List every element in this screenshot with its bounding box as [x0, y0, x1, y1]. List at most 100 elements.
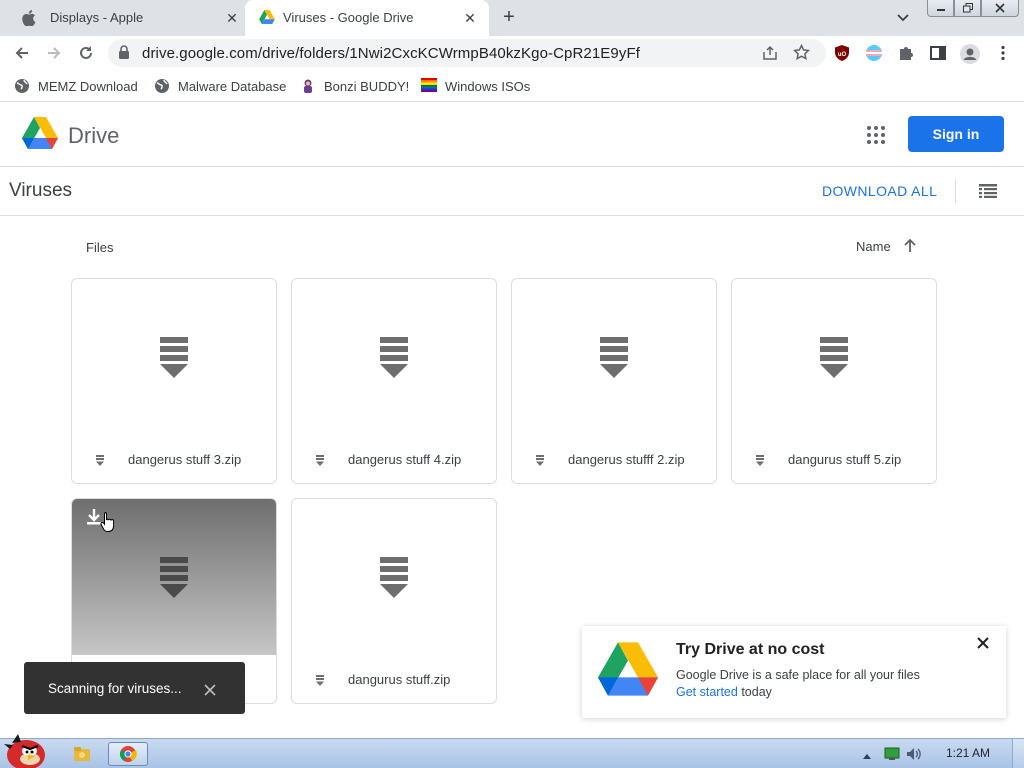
sort-by-name-button[interactable]: Name [856, 239, 891, 254]
profile-avatar-icon[interactable] [960, 44, 980, 64]
zip-file-small-icon [535, 454, 545, 466]
globe-icon [154, 78, 170, 94]
start-button-angry-bird-icon[interactable] [2, 731, 52, 768]
close-window-button[interactable] [981, 0, 1019, 17]
drive-header: Drive Sign in [0, 103, 1024, 167]
bookmark-label: Malware Database [178, 78, 287, 94]
bookmark-windows-isos[interactable]: Windows ISOs [421, 77, 530, 95]
reload-icon[interactable] [75, 42, 97, 64]
volume-speaker-icon[interactable] [906, 747, 921, 761]
snackbar-text: Scanning for viruses... [48, 681, 182, 696]
bookmark-label: MEMZ Download [38, 78, 138, 94]
zip-file-small-icon [315, 454, 325, 466]
bookmark-memz-download[interactable]: MEMZ Download [14, 77, 138, 95]
google-drive-icon [259, 10, 275, 26]
file-card[interactable]: dangurus stuff.zip [291, 498, 497, 704]
sort-arrow-up-icon[interactable] [902, 238, 918, 254]
file-card[interactable]: dangerus stufff 2.zip [511, 278, 717, 484]
browser-menu-icon[interactable] [994, 44, 1012, 62]
lock-icon[interactable] [118, 45, 130, 65]
sign-in-button[interactable]: Sign in [908, 116, 1004, 152]
show-desktop-button[interactable] [1012, 739, 1024, 768]
address-bar[interactable]: drive.google.com/drive/folders/1Nwi2CxcK… [108, 39, 826, 67]
close-icon[interactable] [204, 683, 216, 696]
zip-file-icon [158, 337, 190, 379]
close-icon[interactable] [976, 636, 990, 650]
scanning-snackbar: Scanning for viruses... [24, 662, 245, 714]
file-card[interactable]: dangerus stuff 3.zip [71, 278, 277, 484]
minimize-button[interactable] [927, 0, 954, 17]
folder-bar: Viruses DOWNLOAD ALL [0, 167, 1024, 216]
zip-file-icon [158, 557, 190, 599]
tab-displays-apple[interactable]: Displays - Apple ✕ [6, 0, 246, 36]
file-name: dangerus stuff 3.zip [128, 452, 242, 467]
apple-icon [22, 10, 38, 27]
show-hidden-icons-chevron-icon[interactable] [861, 748, 875, 762]
bookmark-malware-database[interactable]: Malware Database [154, 77, 286, 95]
tab-strip: Displays - Apple ✕ Viruses - Google Driv… [0, 0, 1024, 36]
zip-file-icon [378, 557, 410, 599]
google-drive-logo-icon[interactable] [22, 117, 58, 149]
folder-title: Viruses [9, 180, 73, 201]
list-view-icon[interactable] [979, 184, 997, 198]
get-started-link[interactable]: Get started [676, 685, 738, 699]
product-name[interactable]: Drive [68, 123, 119, 149]
share-icon[interactable] [762, 45, 778, 61]
google-apps-grid-icon[interactable] [867, 126, 885, 144]
taskbar-explorer-icon[interactable] [62, 742, 102, 766]
zip-file-small-icon [755, 454, 765, 466]
extensions-puzzle-icon[interactable] [897, 44, 915, 62]
taskbar-clock[interactable]: 1:21 AM [946, 746, 990, 760]
zip-file-icon [378, 337, 410, 379]
windows-flag-icon [421, 78, 437, 94]
promo-cta-suffix: today [737, 685, 772, 699]
new-tab-button[interactable]: + [499, 7, 519, 28]
tab-title: Viruses - Google Drive [283, 10, 414, 25]
tab-viruses-google-drive[interactable]: Viruses - Google Drive ✕ [245, 0, 489, 36]
bookmarks-bar: MEMZ Download Malware Database Bonzi BUD… [0, 70, 1024, 102]
divider [955, 179, 956, 203]
promo-description: Google Drive is a safe place for all you… [676, 668, 920, 682]
bookmark-star-icon[interactable] [792, 43, 811, 61]
forward-arrow-icon[interactable] [43, 42, 65, 64]
files-heading: Files [86, 240, 114, 255]
browser-toolbar: drive.google.com/drive/folders/1Nwi2CxcK… [0, 36, 1024, 70]
extension-flag-icon[interactable] [865, 44, 883, 62]
hand-pointer-cursor-icon [100, 511, 116, 533]
bonzi-icon [300, 78, 316, 94]
download-all-button[interactable]: DOWNLOAD ALL [822, 183, 937, 199]
taskbar: 1:21 AM [0, 734, 1024, 768]
file-name: dangurus stuff.zip [348, 672, 451, 687]
window-controls [927, 0, 1019, 18]
file-name: dangerus stufff 2.zip [568, 452, 685, 467]
file-name: dangurus stuff 5.zip [788, 452, 902, 467]
file-name: dangerus stuff 4.zip [348, 452, 462, 467]
promo-title: Try Drive at no cost [676, 641, 825, 658]
tab-search-chevron-icon[interactable] [896, 10, 912, 26]
restore-button[interactable] [954, 0, 981, 17]
bookmark-label: Windows ISOs [445, 78, 531, 94]
zip-file-small-icon [95, 454, 105, 466]
tab-title: Displays - Apple [50, 10, 144, 25]
close-tab-icon[interactable]: ✕ [223, 9, 241, 27]
file-card[interactable]: dangurus stuff 5.zip [731, 278, 937, 484]
url-text: drive.google.com/drive/folders/1Nwi2CxcK… [142, 45, 640, 62]
side-panel-icon[interactable] [929, 44, 947, 62]
back-arrow-icon[interactable] [11, 42, 33, 64]
bookmark-label: Bonzi BUDDY! [324, 78, 410, 94]
zip-file-icon [598, 337, 630, 379]
google-drive-logo-icon [598, 642, 658, 696]
globe-icon [14, 78, 30, 94]
network-tray-icon[interactable] [884, 747, 900, 761]
svg-text:uO: uO [838, 52, 847, 58]
try-drive-promo: Try Drive at no cost Google Drive is a s… [582, 626, 1006, 718]
zip-file-icon [818, 337, 850, 379]
taskbar-chrome-icon[interactable] [108, 742, 148, 766]
promo-cta-line: Get started today [676, 685, 772, 699]
zip-file-small-icon [315, 674, 325, 686]
file-card[interactable]: dangerus stuff 4.zip [291, 278, 497, 484]
ublock-origin-icon[interactable]: uO [833, 44, 851, 62]
close-tab-icon[interactable]: ✕ [461, 9, 479, 27]
browser-window: Displays - Apple ✕ Viruses - Google Driv… [0, 0, 1024, 768]
bookmark-bonzi-buddy[interactable]: Bonzi BUDDY! [300, 77, 409, 95]
